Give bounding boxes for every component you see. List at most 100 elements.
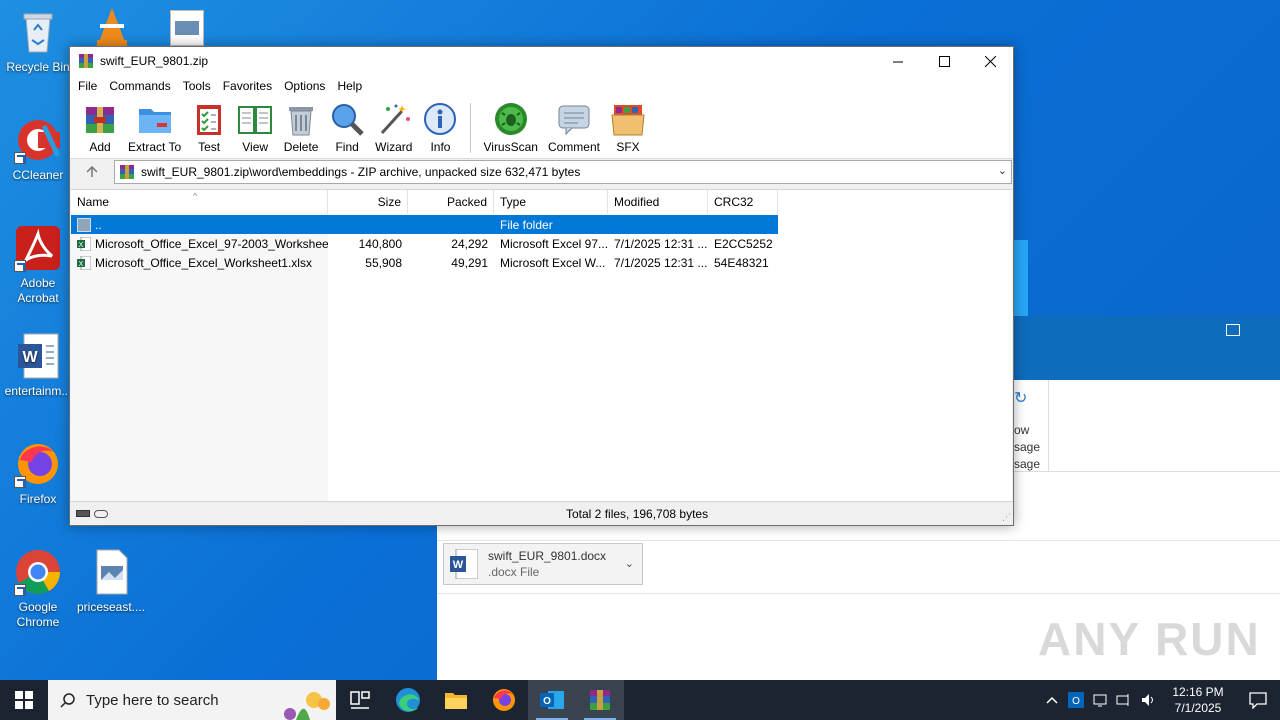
menu-file[interactable]: File (72, 79, 103, 93)
status-bar: Total 2 files, 196,708 bytes ⋰ (70, 501, 1013, 525)
table-row[interactable]: X Microsoft_Office_Excel_Worksheet1.xlsx … (71, 253, 778, 272)
attachment-name: swift_EUR_9801.docx (488, 549, 607, 563)
svg-text:O: O (1072, 696, 1080, 707)
info-icon (424, 103, 457, 135)
svg-text:X: X (79, 261, 84, 268)
winrar-window[interactable]: swift_EUR_9801.zip File Commands Tools F… (69, 46, 1014, 526)
menu-commands[interactable]: Commands (103, 79, 176, 93)
virusscan-button[interactable]: VirusScan (483, 97, 538, 154)
search-placeholder: Type here to search (86, 691, 219, 709)
ribbon-text: sage (1014, 457, 1041, 471)
task-view-button[interactable] (336, 680, 384, 720)
windows-logo-icon (15, 691, 33, 709)
column-packed[interactable]: Packed (408, 190, 494, 214)
taskbar: Type here to search O O 12:16 PM 7/1/202… (0, 680, 1280, 720)
edge-icon (396, 688, 420, 712)
ccleaner-icon (14, 116, 62, 164)
desktop-icon-firefox[interactable]: Firefox (0, 440, 76, 507)
column-modified[interactable]: Modified (608, 190, 708, 214)
desktop-icon-recycle-bin[interactable]: Recycle Bin (0, 8, 76, 75)
desktop-icon-ccleaner[interactable]: CCleaner (0, 116, 76, 183)
clock-date: 7/1/2025 (1174, 701, 1222, 715)
list-header: ^ Name Size Packed Type Modified CRC32 (71, 190, 778, 214)
restore-icon[interactable] (1226, 324, 1240, 336)
search-highlight-illustration (284, 692, 330, 720)
delete-button[interactable]: Delete (283, 97, 319, 154)
blue-panel (1014, 240, 1028, 316)
taskbar-file-explorer[interactable] (432, 680, 480, 720)
minimize-button[interactable] (875, 47, 921, 75)
search-box[interactable]: Type here to search (48, 680, 336, 720)
outlook-titlebar-strip (1014, 316, 1280, 380)
drive-icon[interactable] (76, 510, 90, 517)
sfx-button[interactable]: SFX (610, 97, 646, 154)
image-file-icon[interactable] (170, 10, 204, 46)
comment-button[interactable]: Comment (548, 97, 600, 154)
column-name[interactable]: ^ Name (71, 190, 328, 214)
key-icon[interactable] (94, 509, 108, 518)
wizard-button[interactable]: Wizard (375, 97, 412, 154)
table-row[interactable]: X Microsoft_Office_Excel_97-2003_Workshee… (71, 234, 778, 253)
close-button[interactable] (967, 47, 1013, 75)
menu-options[interactable]: Options (278, 79, 331, 93)
column-size[interactable]: Size (328, 190, 408, 214)
menu-favorites[interactable]: Favorites (217, 79, 278, 93)
taskbar-firefox[interactable] (480, 680, 528, 720)
menu-tools[interactable]: Tools (177, 79, 217, 93)
column-crc32[interactable]: CRC32 (708, 190, 778, 214)
network-status-icon[interactable] (1088, 680, 1112, 720)
toolbar: Add Extract To Test View Delete Find Wiz… (70, 97, 1013, 159)
network-icon[interactable] (1112, 680, 1136, 720)
table-row[interactable]: .. File folder (71, 215, 778, 234)
svg-text:W: W (22, 349, 38, 366)
menu-bar: File Commands Tools Favorites Options He… (70, 75, 1013, 97)
menu-help[interactable]: Help (331, 79, 368, 93)
task-view-icon (350, 691, 370, 709)
vlc-icon[interactable] (92, 6, 132, 46)
info-button[interactable]: Info (422, 97, 458, 154)
firefox-icon (493, 689, 515, 711)
test-button[interactable]: Test (191, 97, 227, 154)
notification-button[interactable] (1236, 691, 1280, 709)
sfx-box-icon (611, 105, 645, 136)
toolbar-separator (470, 103, 472, 153)
svg-text:W: W (453, 559, 464, 571)
view-button[interactable]: View (237, 97, 273, 154)
adobe-acrobat-icon (14, 224, 62, 272)
find-button[interactable]: Find (329, 97, 365, 154)
folder-icon (138, 109, 171, 133)
extract-to-button[interactable]: Extract To (128, 97, 181, 154)
folder-icon (445, 693, 467, 709)
clipboard-check-icon (197, 105, 222, 135)
taskbar-outlook[interactable]: O (528, 680, 576, 720)
taskbar-winrar[interactable] (576, 680, 624, 720)
clock[interactable]: 12:16 PM 7/1/2025 (1160, 684, 1236, 716)
word-file-icon: W (450, 549, 478, 579)
attachment-type: .docx File (488, 565, 540, 579)
address-bar: swift_EUR_9801.zip\word\embeddings - ZIP… (70, 159, 1013, 185)
column-type[interactable]: Type (494, 190, 608, 214)
window-title: swift_EUR_9801.zip (100, 54, 209, 68)
resize-grip-icon[interactable]: ⋰ (1002, 512, 1011, 523)
path-field[interactable]: swift_EUR_9801.zip\word\embeddings - ZIP… (114, 160, 1012, 184)
maximize-button[interactable] (921, 47, 967, 75)
ribbon-text: ow (1014, 423, 1030, 437)
outlook-ribbon: ↻ ow sage sage (1014, 380, 1280, 472)
volume-icon[interactable] (1136, 680, 1160, 720)
desktop-icon-word-document[interactable]: W entertainm... (0, 332, 76, 399)
firefox-icon (14, 440, 62, 488)
title-bar[interactable]: swift_EUR_9801.zip (70, 47, 1013, 75)
up-arrow-icon[interactable] (70, 160, 114, 184)
chevron-up-icon[interactable] (1040, 680, 1064, 720)
add-button[interactable]: Add (82, 97, 118, 154)
outlook-attachment[interactable]: W swift_EUR_9801.docx .docx File ⌄ (443, 543, 643, 585)
start-button[interactable] (0, 680, 48, 720)
outlook-tray-icon[interactable]: O (1064, 680, 1088, 720)
chevron-down-icon[interactable]: ⌄ (998, 164, 1007, 177)
chevron-down-icon[interactable]: ⌄ (625, 557, 634, 570)
desktop-icon-adobe-acrobat[interactable]: Adobe Acrobat (0, 224, 76, 306)
desktop-icon-google-chrome[interactable]: Google Chrome (0, 548, 76, 630)
clock-time: 12:16 PM (1172, 685, 1224, 699)
desktop-icon-image-file[interactable]: priceseast.... (73, 548, 149, 615)
taskbar-edge[interactable] (384, 680, 432, 720)
